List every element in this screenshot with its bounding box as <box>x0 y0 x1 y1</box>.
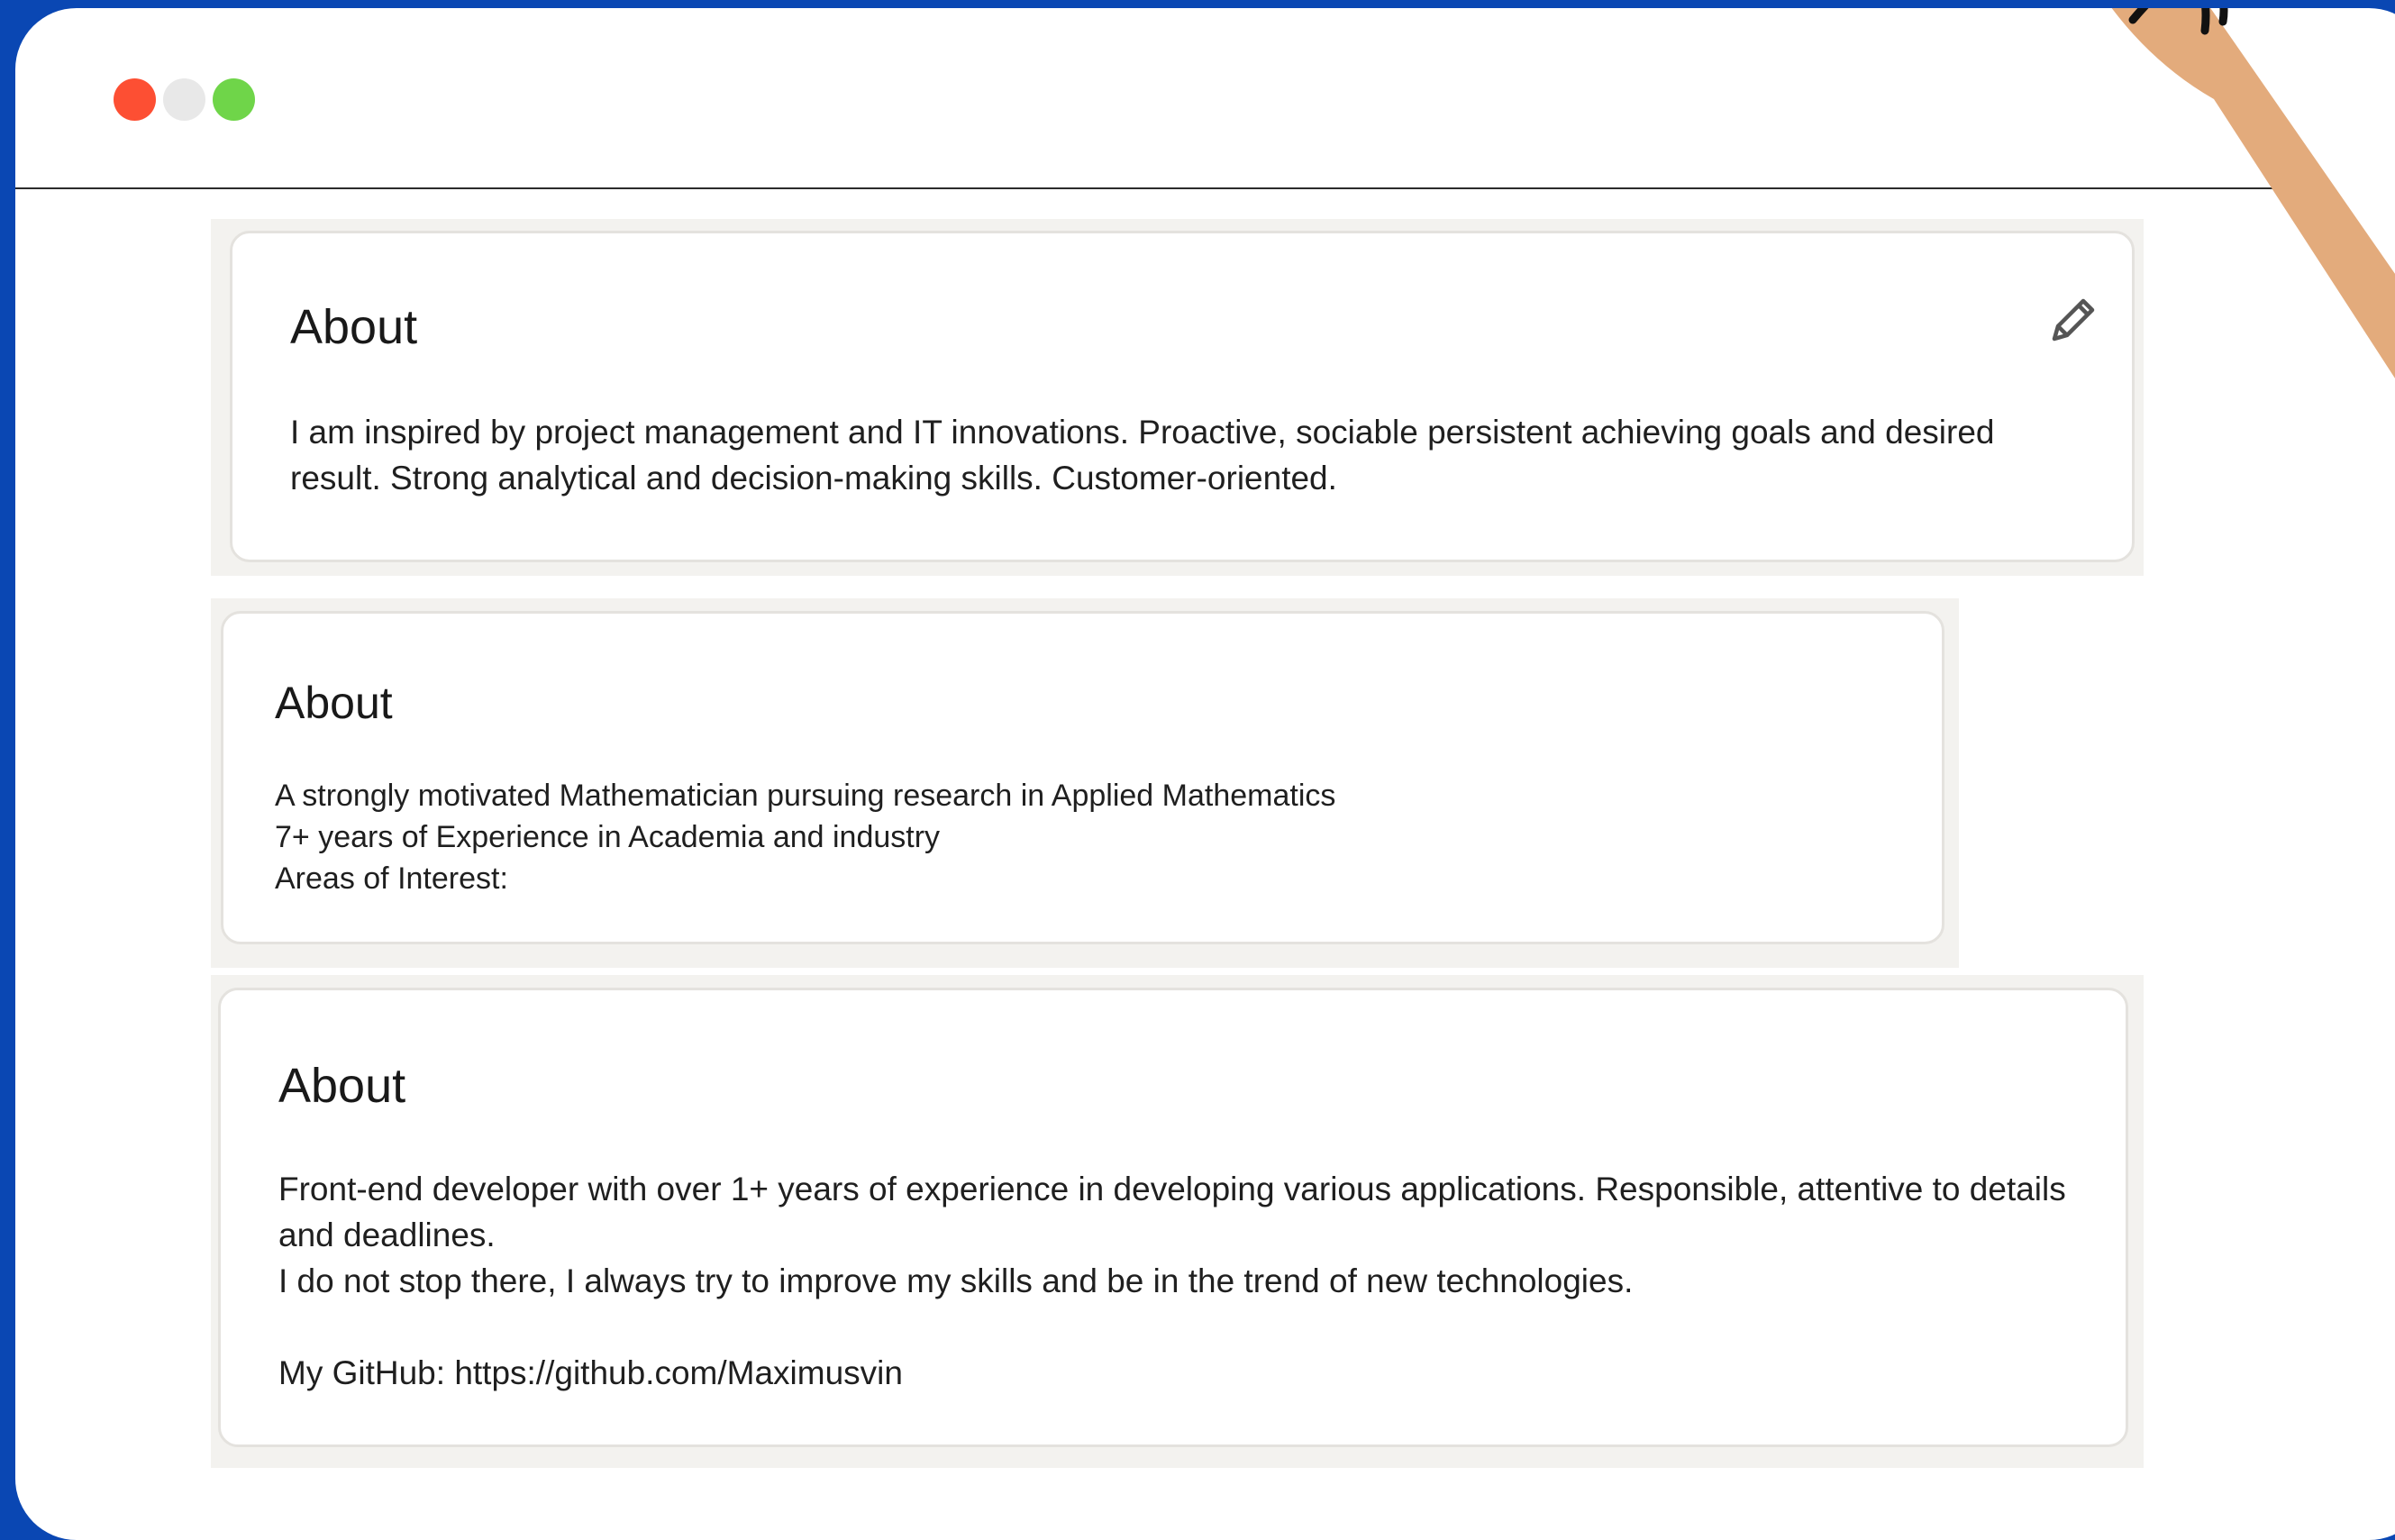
about-card-2: About A strongly motivated Mathematician… <box>221 611 1944 944</box>
about-panel-3: About Front-end developer with over 1+ y… <box>211 975 2144 1468</box>
pointing-hand-illustration <box>2111 8 2395 378</box>
window-controls <box>114 78 255 121</box>
about-text: I am inspired by project management and … <box>290 414 2004 497</box>
about-text: Front-end developer with over 1+ years o… <box>278 1171 2066 1391</box>
minimize-window-button[interactable] <box>163 78 205 121</box>
about-card-3: About Front-end developer with over 1+ y… <box>218 988 2128 1447</box>
about-panel-1: About I am inspired by project managemen… <box>211 219 2144 576</box>
titlebar-divider <box>15 187 2286 189</box>
about-heading: About <box>278 1059 406 1113</box>
maximize-window-button[interactable] <box>213 78 255 121</box>
about-panel-2: About A strongly motivated Mathematician… <box>211 598 1959 968</box>
about-card-1: About I am inspired by project managemen… <box>230 231 2135 562</box>
about-heading: About <box>275 678 393 728</box>
about-heading: About <box>290 300 418 354</box>
about-text: A strongly motivated Mathematician pursu… <box>275 779 1336 896</box>
browser-window: About I am inspired by project managemen… <box>15 8 2395 1540</box>
close-window-button[interactable] <box>114 78 156 121</box>
